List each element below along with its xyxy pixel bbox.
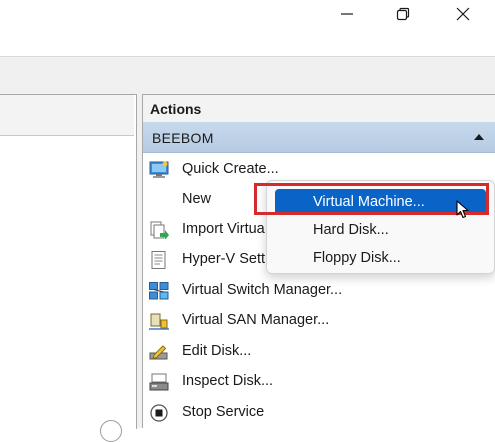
action-label: Virtual Switch Manager... bbox=[182, 282, 343, 298]
inspect-disk-icon bbox=[149, 373, 169, 391]
maximize-icon bbox=[396, 7, 410, 21]
action-virtual-san-manager[interactable]: Virtual SAN Manager... bbox=[143, 306, 495, 336]
minimize-icon bbox=[341, 13, 353, 15]
settings-icon bbox=[151, 251, 166, 269]
collapse-triangle-icon[interactable] bbox=[474, 134, 484, 140]
toolbar-area bbox=[0, 57, 495, 94]
quick-create-icon bbox=[149, 161, 169, 178]
group-label: BEEBOM bbox=[152, 130, 214, 146]
action-label: Inspect Disk... bbox=[182, 373, 274, 389]
menu-item-label: Floppy Disk... bbox=[313, 250, 401, 266]
mouse-cursor-icon bbox=[456, 200, 469, 219]
menu-item-label: Hard Disk... bbox=[313, 222, 389, 238]
scroll-button[interactable] bbox=[100, 420, 122, 442]
menu-item-floppy-disk[interactable]: Floppy Disk... bbox=[275, 245, 486, 271]
action-label: Virtual SAN Manager... bbox=[182, 312, 330, 328]
action-label: New bbox=[182, 191, 212, 207]
group-header-beebom[interactable]: BEEBOM bbox=[143, 122, 495, 153]
action-label: Import Virtua bbox=[182, 221, 265, 237]
close-button[interactable] bbox=[440, 0, 486, 28]
san-manager-icon bbox=[149, 313, 169, 330]
import-icon bbox=[150, 221, 169, 239]
actions-title: Actions bbox=[150, 101, 202, 117]
actions-header: Actions bbox=[143, 94, 495, 123]
minimize-button[interactable] bbox=[324, 0, 370, 28]
action-label: Edit Disk... bbox=[182, 343, 252, 359]
close-icon bbox=[456, 7, 470, 21]
switch-manager-icon bbox=[149, 282, 169, 300]
action-label: Hyper-V Sett bbox=[182, 251, 265, 267]
center-pane bbox=[0, 94, 137, 429]
stop-service-icon bbox=[150, 404, 168, 422]
action-edit-disk[interactable]: Edit Disk... bbox=[143, 337, 495, 367]
highlight-box bbox=[254, 183, 489, 215]
action-inspect-disk[interactable]: Inspect Disk... bbox=[143, 367, 495, 397]
maximize-button[interactable] bbox=[380, 0, 426, 28]
action-virtual-switch-manager[interactable]: Virtual Switch Manager... bbox=[143, 276, 495, 306]
center-pane-header bbox=[0, 95, 134, 136]
title-bar bbox=[0, 0, 495, 56]
menu-item-hard-disk[interactable]: Hard Disk... bbox=[275, 217, 486, 243]
action-label: Quick Create... bbox=[182, 161, 279, 177]
action-label: Stop Service bbox=[182, 404, 265, 420]
edit-disk-icon bbox=[149, 345, 168, 360]
action-stop-service[interactable]: Stop Service bbox=[143, 398, 495, 428]
